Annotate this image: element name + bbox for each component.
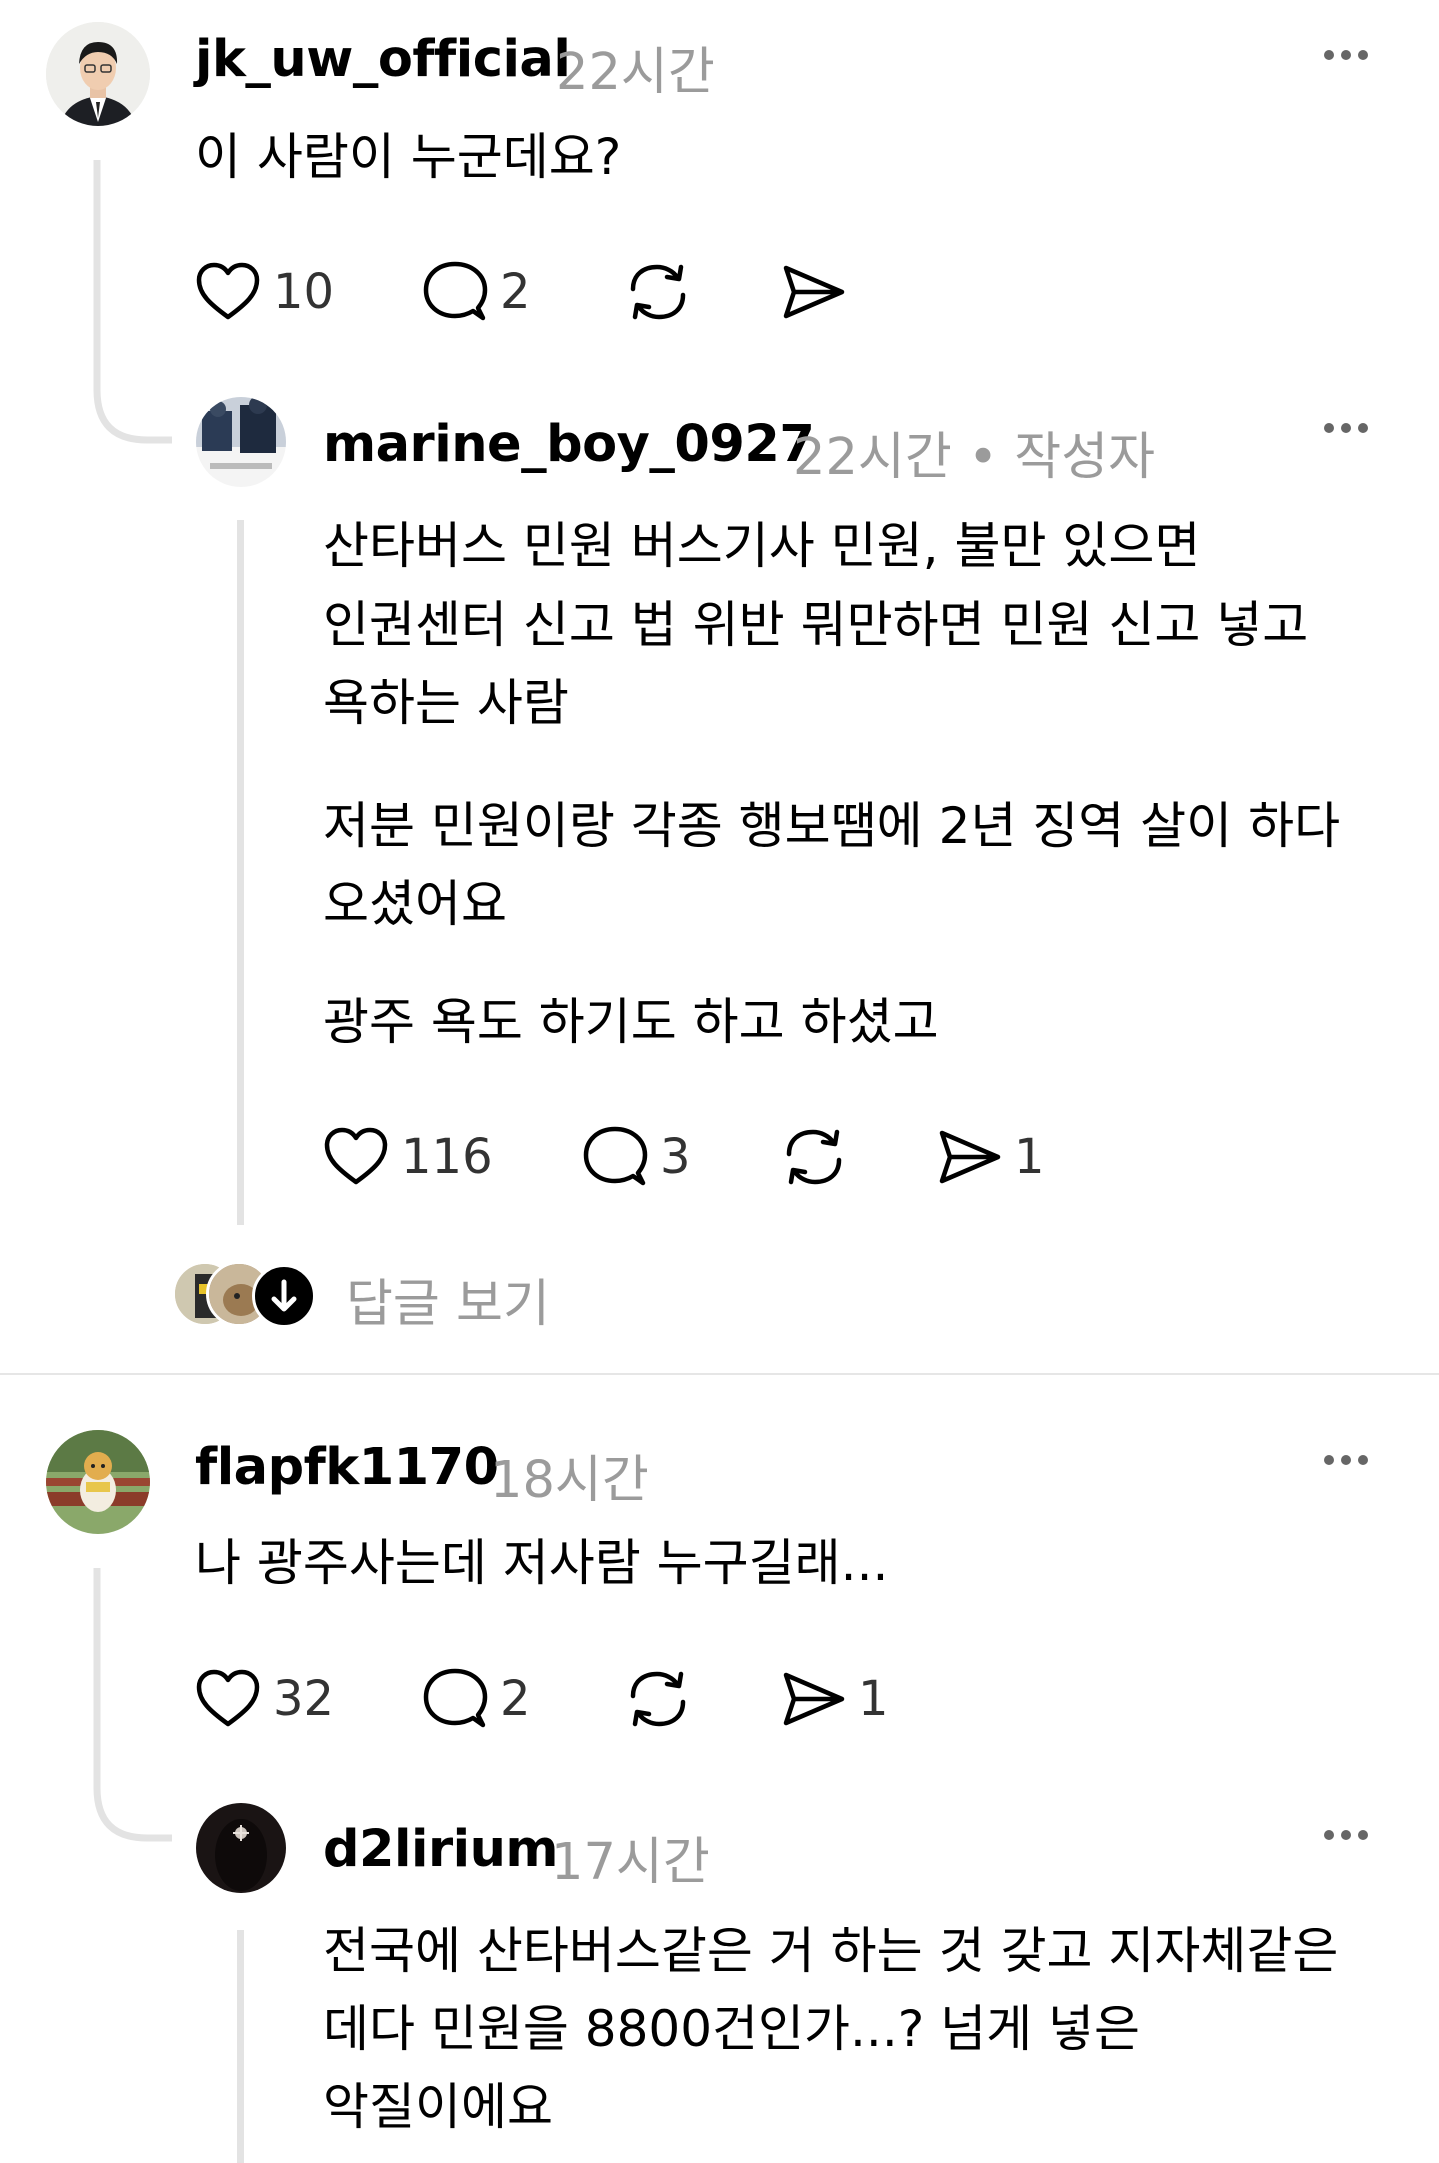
like-button[interactable]: 32 bbox=[195, 1664, 334, 1734]
share-button[interactable] bbox=[780, 257, 846, 327]
share-count: 1 bbox=[1014, 1129, 1045, 1185]
send-icon bbox=[783, 1672, 845, 1726]
view-replies-label: 답글 보기 bbox=[346, 1275, 550, 1334]
reply-button[interactable]: 3 bbox=[582, 1122, 691, 1192]
send-icon bbox=[783, 265, 845, 319]
username[interactable]: d2lirium bbox=[323, 1820, 559, 1879]
username[interactable]: jk_uw_official bbox=[195, 30, 571, 89]
comment-text-line: 전국에 산타버스같은 거 하는 것 갖고 지자체같은 bbox=[323, 1922, 1339, 1980]
thread-connector bbox=[93, 160, 172, 444]
repost-icon bbox=[786, 1129, 842, 1185]
arrow-down-icon bbox=[252, 1264, 316, 1328]
comment-text-line: 인권센터 신고 법 위반 뭐만하면 민원 신고 넣고 bbox=[323, 596, 1309, 654]
more-options-icon[interactable] bbox=[1316, 1825, 1376, 1845]
comment-text: 이 사람이 누군데요? bbox=[195, 128, 622, 186]
username[interactable]: marine_boy_0927 bbox=[323, 415, 815, 474]
comment-icon bbox=[583, 1126, 648, 1186]
comment-icon bbox=[423, 1668, 488, 1728]
author-badge: • 작성자 bbox=[968, 428, 1156, 487]
heart-icon bbox=[196, 262, 260, 320]
comment-text-line: 욕하는 사람 bbox=[323, 674, 569, 732]
repost-button[interactable] bbox=[623, 257, 693, 327]
repost-button[interactable] bbox=[623, 1664, 693, 1734]
share-button[interactable]: 1 bbox=[780, 1664, 889, 1734]
comment-icon bbox=[423, 261, 488, 321]
avatar-marine-boy-0927[interactable] bbox=[196, 397, 286, 487]
reply-count: 2 bbox=[500, 264, 531, 320]
comment-text-line: 산타버스 민원 버스기사 민원, 불만 있으면 bbox=[323, 517, 1201, 575]
reply-button[interactable]: 2 bbox=[422, 257, 531, 327]
reply-button[interactable]: 2 bbox=[422, 1664, 531, 1734]
send-icon bbox=[939, 1130, 1001, 1184]
repost-button[interactable] bbox=[779, 1122, 849, 1192]
timestamp: 22시간 bbox=[556, 43, 715, 102]
like-button[interactable]: 116 bbox=[323, 1122, 493, 1192]
like-count: 10 bbox=[273, 264, 335, 320]
thread-line bbox=[237, 520, 244, 1225]
repost-icon bbox=[630, 1671, 686, 1727]
reply-count: 3 bbox=[660, 1129, 691, 1185]
avatar-flapfk1170[interactable] bbox=[46, 1430, 150, 1534]
avatar-d2lirium[interactable] bbox=[196, 1803, 286, 1893]
divider bbox=[0, 1373, 1439, 1375]
comment-text-line: 광주 욕도 하기도 하고 하셨고 bbox=[323, 993, 939, 1051]
avatar-jk-uw-official[interactable] bbox=[46, 22, 150, 126]
timestamp: 18시간 bbox=[490, 1451, 649, 1510]
timestamp: 22시간 bbox=[793, 428, 952, 487]
share-count: 1 bbox=[858, 1671, 889, 1727]
reply-count: 2 bbox=[500, 1671, 531, 1727]
comment-text-line: 데다 민원을 8800건인가...? 넘게 넣은 bbox=[323, 2000, 1141, 2058]
comment-text-line: 오셨어요 bbox=[323, 875, 507, 933]
username[interactable]: flapfk1170 bbox=[195, 1438, 499, 1497]
more-options-icon[interactable] bbox=[1316, 1450, 1376, 1470]
repost-icon bbox=[630, 264, 686, 320]
more-options-icon[interactable] bbox=[1316, 45, 1376, 65]
like-count: 116 bbox=[401, 1129, 493, 1185]
comment-text: 나 광주사는데 저사람 누구길래... bbox=[195, 1534, 889, 1592]
thread-connector bbox=[93, 1568, 172, 1842]
thread-line bbox=[237, 1930, 244, 2163]
like-button[interactable]: 10 bbox=[195, 257, 334, 327]
timestamp: 17시간 bbox=[551, 1833, 710, 1892]
share-button[interactable]: 1 bbox=[936, 1122, 1045, 1192]
heart-icon bbox=[324, 1127, 388, 1185]
heart-icon bbox=[196, 1669, 260, 1727]
view-replies-button[interactable]: 답글 보기 bbox=[170, 1258, 590, 1334]
comment-text-line: 저분 민원이랑 각종 행보땜에 2년 징역 살이 하다 bbox=[323, 797, 1341, 855]
more-options-icon[interactable] bbox=[1316, 418, 1376, 438]
like-count: 32 bbox=[273, 1671, 335, 1727]
comment-text-line: 악질이에요 bbox=[323, 2078, 553, 2136]
